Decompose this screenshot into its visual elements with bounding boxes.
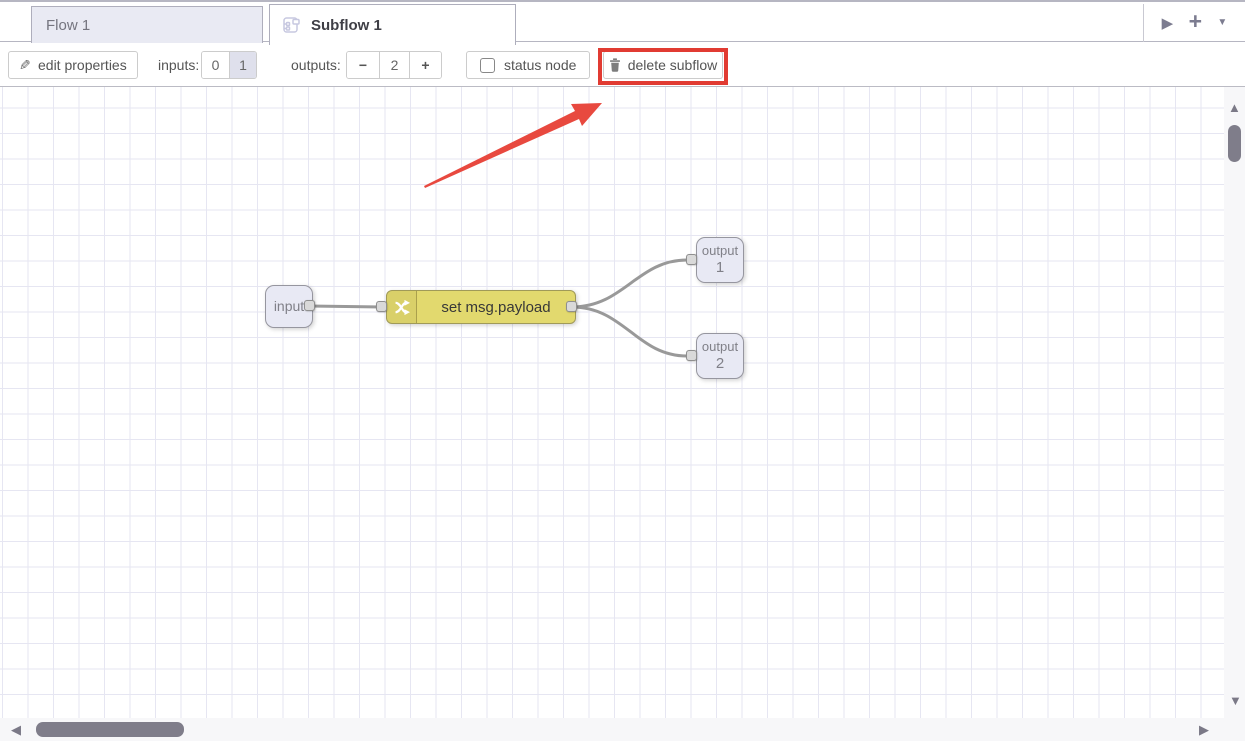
tab-bar-controls: ▶ + ▼ <box>1143 4 1245 42</box>
output-node-2[interactable]: output 2 <box>696 333 744 379</box>
scroll-left-icon[interactable]: ◀ <box>11 723 21 736</box>
change-shuffle-icon <box>393 299 410 316</box>
trash-icon <box>609 58 621 72</box>
scroll-up-icon[interactable]: ▲ <box>1228 101 1241 114</box>
next-tab-icon[interactable]: ▶ <box>1162 16 1174 31</box>
wire-change-to-output2 <box>572 307 687 356</box>
tab-subflow-1-label: Subflow 1 <box>311 17 382 34</box>
node-red-editor: Flow 1 Subflow 1 ▶ + ▼ ✎ edit propert <box>0 0 1245 741</box>
delete-subflow-button[interactable]: delete subflow <box>603 51 723 79</box>
subflow-icon <box>282 15 302 35</box>
inputs-option-0[interactable]: 0 <box>202 52 229 78</box>
output-node-1-input-port[interactable] <box>686 254 697 265</box>
outputs-spinner-group: − 2 + <box>346 51 442 79</box>
output-node-1-label: output <box>702 244 738 259</box>
status-node-label: status node <box>504 57 576 73</box>
change-node-label: set msg.payload <box>417 299 575 316</box>
input-node-label: input <box>274 298 304 314</box>
pencil-icon: ✎ <box>19 57 31 74</box>
change-icon-box <box>387 291 417 323</box>
annotation-arrow <box>424 103 602 188</box>
output-node-2-label: output <box>702 340 738 355</box>
outputs-decrease-button[interactable]: − <box>347 52 379 78</box>
scroll-down-icon[interactable]: ▼ <box>1229 694 1242 707</box>
vertical-scrollbar[interactable]: ▲ ▼ <box>1224 87 1245 741</box>
horizontal-scrollbar[interactable]: ◀ ▶ <box>0 718 1224 741</box>
output-node-1[interactable]: output 1 <box>696 237 744 283</box>
outputs-value[interactable]: 2 <box>379 52 409 78</box>
change-node-input-port[interactable] <box>376 301 387 312</box>
inputs-toggle-group: 0 1 <box>201 51 257 79</box>
wire-input-to-change <box>309 306 382 307</box>
change-node-output-port[interactable] <box>566 301 577 312</box>
outputs-label: outputs: <box>291 51 341 79</box>
flow-canvas[interactable]: input set msg.payload output 1 <box>0 87 1224 718</box>
edit-properties-button[interactable]: ✎ edit properties <box>8 51 138 79</box>
output-node-1-number: 1 <box>716 259 724 276</box>
status-node-checkbox[interactable] <box>480 58 495 73</box>
outputs-increase-button[interactable]: + <box>409 52 441 78</box>
horizontal-scrollbar-thumb[interactable] <box>36 722 184 737</box>
tab-subflow-1[interactable]: Subflow 1 <box>269 4 516 45</box>
workspace-tab-bar: Flow 1 Subflow 1 ▶ + ▼ <box>0 0 1245 42</box>
wire-change-to-output1 <box>572 260 687 307</box>
edit-properties-label: edit properties <box>38 57 127 73</box>
status-node-toggle[interactable]: status node <box>466 51 590 79</box>
tab-flow-1-label: Flow 1 <box>46 17 90 34</box>
output-node-2-input-port[interactable] <box>686 350 697 361</box>
delete-subflow-label: delete subflow <box>628 57 718 73</box>
output-node-2-number: 2 <box>716 355 724 372</box>
inputs-label: inputs: <box>158 51 199 79</box>
input-node-output-port[interactable] <box>304 300 315 311</box>
add-flow-icon[interactable]: + <box>1189 10 1202 33</box>
vertical-scrollbar-thumb[interactable] <box>1228 125 1241 162</box>
scroll-right-icon[interactable]: ▶ <box>1199 723 1209 736</box>
tab-flow-1[interactable]: Flow 1 <box>31 6 263 44</box>
subflow-toolbar: ✎ edit properties inputs: 0 1 outputs: −… <box>0 43 1245 87</box>
inputs-option-1[interactable]: 1 <box>229 52 256 78</box>
chevron-down-icon[interactable]: ▼ <box>1217 18 1227 28</box>
change-node[interactable]: set msg.payload <box>386 290 576 324</box>
